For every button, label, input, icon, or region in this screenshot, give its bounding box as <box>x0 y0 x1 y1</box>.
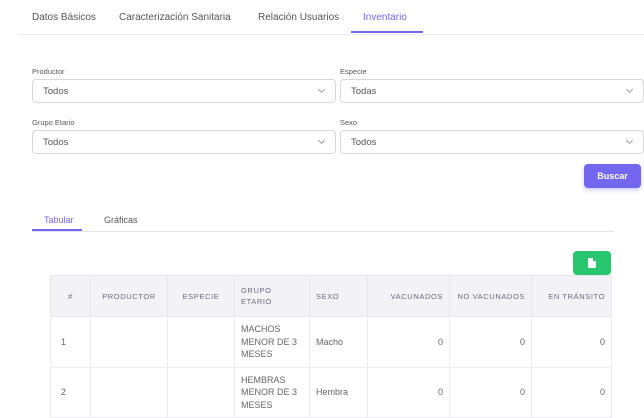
especie-value: Todas <box>351 86 377 97</box>
productor-label: Productor <box>32 67 65 76</box>
column-header-en-transito: EN TRÁNSITO <box>531 275 612 317</box>
sexo-cell: Macho <box>309 316 368 368</box>
column-header-grupo-etario: GRUPO ETARIO <box>234 275 310 317</box>
productor-cell <box>90 316 168 368</box>
table-header-row: # PRODUCTOR ESPECIE GRUPO ETARIO SEXO VA… <box>50 275 612 317</box>
especie-label: Especie <box>340 67 367 76</box>
grupo-etario-value: Todos <box>43 137 69 148</box>
active-tab-indicator <box>351 31 423 33</box>
grupo-etario-label: Grupo Etario <box>32 118 75 127</box>
column-header-sexo: SEXO <box>309 275 368 317</box>
sexo-value: Todos <box>351 137 377 148</box>
grupo-etario-cell: MACHOS MENOR DE 3 MESES <box>234 316 310 368</box>
en-transito-cell: 0 <box>531 316 612 368</box>
column-header-number: # <box>50 275 91 317</box>
row-number: 2 <box>50 366 91 418</box>
view-tabs: Tabular Gráficas <box>32 207 614 232</box>
column-header-no-vacunados: NO VACUNADOS <box>449 275 532 317</box>
no-vacunados-cell: 0 <box>449 316 532 368</box>
table-row: 1 MACHOS MENOR DE 3 MESES Macho 0 0 0 <box>50 316 612 368</box>
column-header-vacunados: VACUNADOS <box>367 275 450 317</box>
tab-graficas[interactable]: Gráficas <box>104 215 138 225</box>
sexo-label: Sexo <box>340 118 358 127</box>
active-view-indicator <box>32 229 82 231</box>
file-icon <box>588 258 596 268</box>
sexo-select[interactable]: Todos <box>340 130 644 154</box>
tab-inventario[interactable]: Inventario <box>363 12 407 23</box>
vacunados-cell: 0 <box>367 366 450 418</box>
productor-cell <box>90 366 168 418</box>
productor-value: Todos <box>43 86 69 97</box>
search-button[interactable]: Buscar <box>584 164 641 188</box>
en-transito-cell: 0 <box>531 366 612 418</box>
inventory-table: # PRODUCTOR ESPECIE GRUPO ETARIO SEXO VA… <box>50 275 612 418</box>
chevron-down-icon <box>317 88 326 94</box>
vacunados-cell: 0 <box>367 316 450 368</box>
row-number: 1 <box>50 316 91 368</box>
tab-caracterizacion-sanitaria[interactable]: Caracterización Sanitaria <box>119 12 231 23</box>
chevron-down-icon <box>625 139 634 145</box>
column-header-productor: PRODUCTOR <box>90 275 168 317</box>
productor-select[interactable]: Todos <box>32 79 336 103</box>
column-header-especie: ESPECIE <box>167 275 235 317</box>
no-vacunados-cell: 0 <box>449 366 532 418</box>
export-excel-button[interactable] <box>573 251 611 275</box>
chevron-down-icon <box>317 139 326 145</box>
tab-datos-basicos[interactable]: Datos Básicos <box>32 12 96 23</box>
chevron-down-icon <box>625 88 634 94</box>
tab-tabular[interactable]: Tabular <box>44 215 74 225</box>
sexo-cell: Hembra <box>309 366 368 418</box>
section-tabs: Datos Básicos Caracterización Sanitaria … <box>18 0 644 35</box>
table-row: 2 HEMBRAS MENOR DE 3 MESES Hembra 0 0 0 <box>50 366 612 418</box>
inventory-panel: Datos Básicos Caracterización Sanitaria … <box>18 0 644 418</box>
grupo-etario-cell: HEMBRAS MENOR DE 3 MESES <box>234 366 310 418</box>
tab-relacion-usuarios[interactable]: Relación Usuarios <box>258 12 339 23</box>
grupo-etario-select[interactable]: Todos <box>32 130 336 154</box>
especie-select[interactable]: Todas <box>340 79 644 103</box>
especie-cell <box>167 366 235 418</box>
especie-cell <box>167 316 235 368</box>
